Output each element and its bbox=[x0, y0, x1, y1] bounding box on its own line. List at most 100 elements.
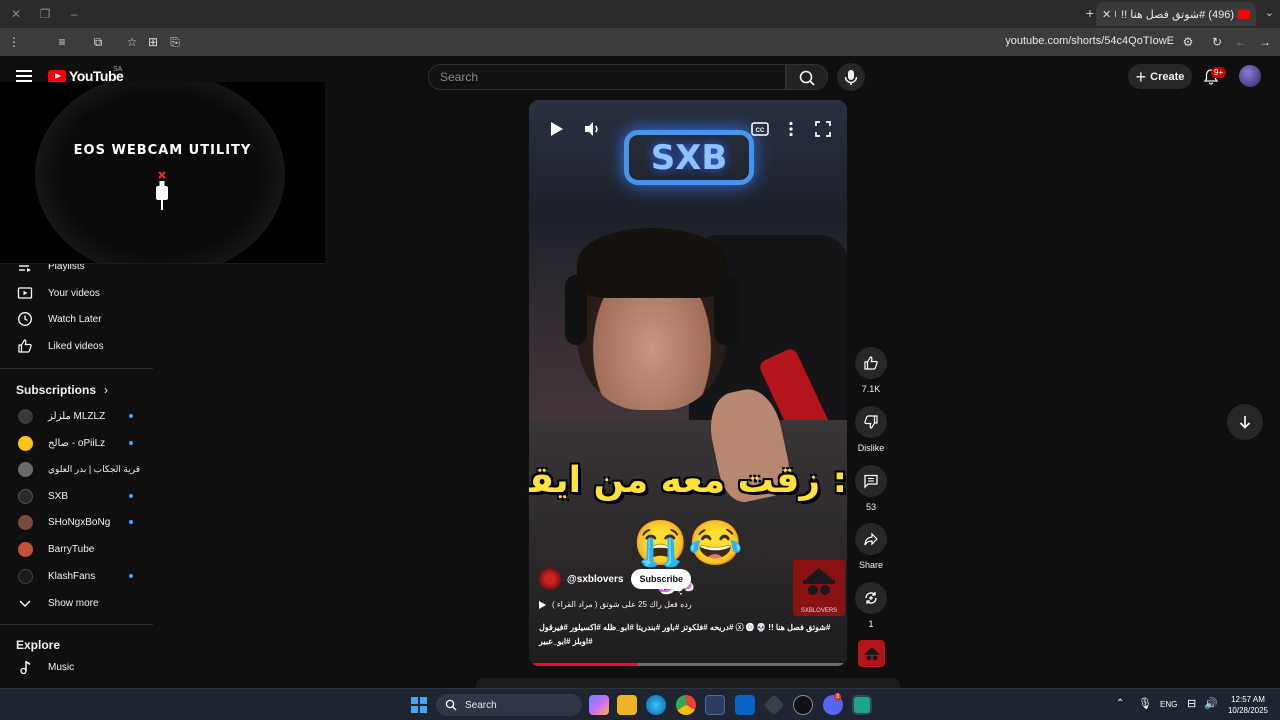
explore-title: Explore bbox=[16, 638, 61, 652]
show-more-button[interactable]: Show more bbox=[0, 590, 155, 616]
site-settings-icon[interactable]: ⚙ bbox=[1180, 34, 1196, 50]
channel-thumbnail-button[interactable] bbox=[858, 640, 885, 667]
subscription-item[interactable]: SHoNgxBoNg bbox=[0, 509, 155, 535]
translate-icon[interactable]: ⊞ bbox=[145, 34, 161, 50]
subscription-item[interactable]: ملزلز MLZLZ bbox=[0, 403, 155, 429]
search-button[interactable] bbox=[786, 64, 828, 90]
search-input[interactable]: Search bbox=[428, 64, 786, 90]
sidebar-item-your-videos[interactable]: Your videos bbox=[0, 280, 155, 306]
subscriptions-title: Subscriptions bbox=[16, 383, 97, 397]
windows-taskbar: Search 3 ⌃ 🎙 ENG ⊟ 🔊 12:57 AM 10/28/2025 bbox=[0, 688, 1280, 720]
address-url[interactable]: youtube.com/shorts/54c4QoTIowE bbox=[1005, 35, 1174, 47]
video-description[interactable]: #شوتق فصل هنا !! 💀 ⓧ 🅓 #دريحه #فلكوتز #ب… bbox=[539, 621, 839, 649]
remix-button[interactable] bbox=[855, 582, 887, 614]
webcam-title: EOS WEBCAM UTILITY bbox=[73, 143, 252, 158]
subscription-item[interactable]: BarryTube bbox=[0, 536, 155, 562]
network-icon[interactable]: ⊟ bbox=[1187, 697, 1196, 710]
more-options-button[interactable] bbox=[780, 118, 802, 140]
like-button[interactable] bbox=[855, 347, 887, 379]
back-arrow-icon[interactable]: ← bbox=[1233, 34, 1249, 50]
reading-list-icon[interactable]: ≡ bbox=[54, 34, 70, 50]
file-explorer-icon[interactable] bbox=[617, 695, 637, 715]
fullscreen-icon bbox=[815, 121, 831, 137]
new-content-dot bbox=[129, 520, 133, 524]
language-indicator[interactable]: ENG bbox=[1160, 700, 1177, 709]
reload-icon[interactable]: ↻ bbox=[1209, 34, 1225, 50]
clock-icon bbox=[17, 311, 33, 327]
subscriptions-heading[interactable]: Subscriptions › bbox=[16, 383, 108, 397]
webcam-overlay: EOS WEBCAM UTILITY bbox=[0, 82, 325, 264]
channel-avatar[interactable] bbox=[539, 568, 561, 590]
account-avatar[interactable] bbox=[1239, 65, 1261, 87]
video-progress-fill bbox=[533, 663, 639, 666]
shorts-player[interactable]: SXB : زقت معه من ايقل 😭😂 دبل CC SXBLOVER… bbox=[529, 100, 847, 666]
windows-start-icon[interactable] bbox=[411, 697, 427, 713]
window-restore-icon[interactable]: ❐ bbox=[37, 6, 53, 22]
channel-avatar bbox=[17, 408, 33, 424]
share-button[interactable] bbox=[855, 523, 887, 555]
sidebar-item-liked-videos[interactable]: Liked videos bbox=[0, 333, 155, 359]
play-button[interactable] bbox=[545, 118, 567, 140]
chevron-right-icon: › bbox=[104, 383, 109, 397]
subscription-item[interactable]: KlashFans bbox=[0, 563, 155, 589]
volume-icon[interactable]: 🔊 bbox=[1204, 697, 1218, 710]
remix-icon bbox=[865, 592, 877, 604]
share-arrow-icon bbox=[864, 532, 878, 546]
subscription-name: SXB bbox=[48, 490, 69, 502]
copilot-icon[interactable] bbox=[589, 695, 609, 715]
hat-glasses-logo-icon bbox=[803, 568, 835, 595]
cube-app-icon[interactable] bbox=[763, 694, 785, 716]
favorites-star-icon[interactable]: ☆ bbox=[124, 34, 140, 50]
sidebar-item-music[interactable]: Music bbox=[0, 654, 155, 680]
ctrl-app-icon[interactable] bbox=[793, 695, 813, 715]
subscription-item[interactable]: صالح - oPiiLz bbox=[0, 430, 155, 456]
subscription-item[interactable]: قرية الجكاب | بدر العلوي bbox=[0, 456, 155, 482]
window-minimize-icon[interactable]: – bbox=[66, 6, 82, 22]
tray-chevron-up-icon[interactable]: ⌃ bbox=[1116, 698, 1124, 709]
outlook-icon[interactable] bbox=[735, 695, 755, 715]
video-caption: : زقت معه من ايقل bbox=[529, 460, 847, 501]
tray-microphone-icon[interactable]: 🎙 bbox=[1138, 697, 1152, 710]
create-button[interactable]: + Create bbox=[1128, 64, 1192, 89]
window-close-icon[interactable]: ✕ bbox=[8, 6, 24, 22]
mute-button[interactable] bbox=[581, 118, 603, 140]
video-progress-bar[interactable] bbox=[533, 663, 843, 666]
screenshot-icon[interactable]: ⎘ bbox=[167, 34, 183, 50]
subscription-item[interactable]: SXB bbox=[0, 483, 155, 509]
music-row[interactable]: رده فعل راك 25 على شوتق ( مراد القراء ) bbox=[539, 600, 789, 609]
browser-tab-bar: ✕ ❐ – + (496) #شوتق فصل هنا !! 💀 ⓧ 🅓 ✕ ⌄ bbox=[0, 0, 1280, 28]
comments-button[interactable] bbox=[855, 465, 887, 497]
new-tab-button[interactable]: + bbox=[1086, 5, 1094, 21]
next-short-preview bbox=[476, 678, 900, 688]
captions-button[interactable]: CC bbox=[749, 118, 771, 140]
search-icon bbox=[799, 70, 815, 86]
next-short-button[interactable] bbox=[1227, 404, 1263, 440]
subscription-name: صالح - oPiiLz bbox=[48, 437, 106, 449]
taskbar-search[interactable]: Search bbox=[436, 694, 582, 716]
subscribe-button[interactable]: Subscribe bbox=[631, 569, 691, 589]
led-sign-text: SXB bbox=[650, 138, 728, 178]
subscription-name: SHoNgxBoNg bbox=[48, 516, 111, 528]
voice-search-button[interactable] bbox=[837, 63, 865, 91]
system-clock[interactable]: 12:57 AM 10/28/2025 bbox=[1224, 694, 1272, 716]
edge-browser-icon[interactable] bbox=[646, 695, 666, 715]
tab-search-chevron-icon[interactable]: ⌄ bbox=[1265, 6, 1274, 19]
more-vertical-icon[interactable]: ⋮ bbox=[6, 34, 22, 50]
subscription-name: BarryTube bbox=[48, 543, 95, 555]
tab-title: (496) #شوتق فصل هنا !! 💀 ⓧ 🅓 bbox=[1115, 9, 1234, 21]
chrome-icon[interactable] bbox=[676, 695, 696, 715]
more-vertical-icon bbox=[789, 121, 793, 137]
extensions-icon[interactable]: ⧉ bbox=[90, 34, 106, 50]
microsoft-store-icon[interactable] bbox=[705, 695, 725, 715]
active-tab[interactable]: (496) #شوتق فصل هنا !! 💀 ⓧ 🅓 ✕ bbox=[1096, 2, 1256, 26]
hamburger-menu-icon[interactable] bbox=[16, 70, 32, 82]
tab-close-button[interactable]: ✕ bbox=[1102, 8, 1111, 21]
active-app-icon[interactable] bbox=[852, 695, 872, 715]
fullscreen-button[interactable] bbox=[812, 118, 834, 140]
sidebar-item-watch-later[interactable]: Watch Later bbox=[0, 306, 155, 332]
channel-handle[interactable]: @sxblovers bbox=[567, 574, 623, 585]
clock-date: 10/28/2025 bbox=[1227, 706, 1269, 715]
forward-arrow-icon[interactable]: → bbox=[1257, 34, 1273, 50]
dislike-button[interactable] bbox=[855, 406, 887, 438]
new-content-dot bbox=[129, 574, 133, 578]
